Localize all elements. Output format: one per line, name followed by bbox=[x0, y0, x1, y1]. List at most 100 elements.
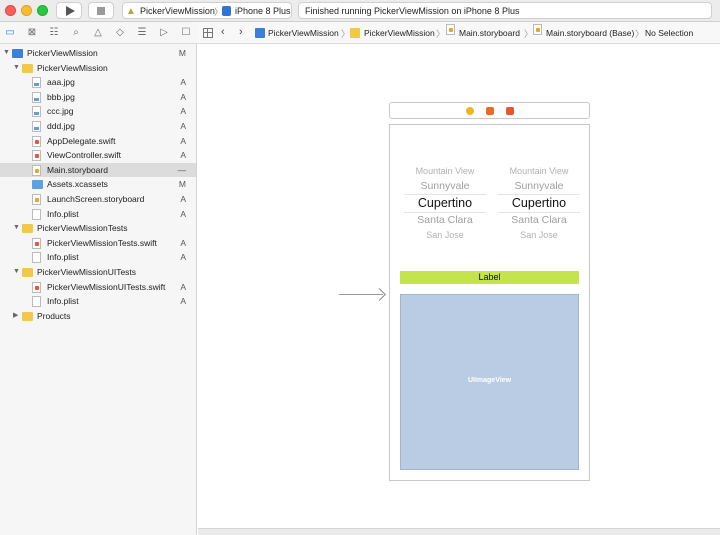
folder-icon bbox=[350, 28, 360, 38]
sidebar-item[interactable]: PickerViewMissionUITests.swift A bbox=[0, 280, 196, 295]
plist-icon bbox=[32, 208, 41, 220]
sidebar-item[interactable]: ▼ PickerViewMission M bbox=[0, 46, 196, 61]
stop-button[interactable] bbox=[88, 2, 114, 19]
sidebar-item[interactable]: ddd.jpg A bbox=[0, 119, 196, 134]
plist-icon bbox=[32, 252, 41, 264]
sidebar-item-label: Products bbox=[37, 310, 71, 321]
project-navigator: ▼ PickerViewMission M ▼ PickerViewMission aaa… bbox=[0, 44, 197, 535]
sidebar-item[interactable]: aaa.jpg A bbox=[0, 75, 196, 90]
source-control-status: A bbox=[180, 208, 186, 219]
sidebar-item[interactable]: Assets.xcassets M bbox=[0, 177, 196, 192]
navigator-tab-bar: ▭ ⊠ ☷ ⌕ △ ◇ ☰ ▷ ☐ bbox=[0, 22, 197, 44]
source-control-status: A bbox=[180, 106, 186, 117]
minimize-window-button[interactable] bbox=[21, 5, 32, 16]
uiimageview[interactable]: UIImageView bbox=[400, 294, 579, 470]
source-control-status: A bbox=[180, 237, 186, 248]
scheme-name[interactable]: PickerViewMission bbox=[140, 6, 215, 16]
sidebar-item-label: Info.plist bbox=[47, 252, 79, 263]
breakpoint-icon[interactable]: ▷ bbox=[158, 27, 170, 39]
debug-icon[interactable]: ☰ bbox=[136, 27, 148, 39]
assets-icon bbox=[32, 180, 43, 190]
disclosure-open-icon[interactable]: ▼ bbox=[13, 221, 20, 236]
test-icon[interactable]: ◇ bbox=[114, 27, 126, 39]
storyboard-icon bbox=[533, 24, 542, 35]
disclosure-closed-icon[interactable]: ▶ bbox=[13, 309, 18, 324]
device-icon bbox=[222, 6, 231, 16]
folder-icon bbox=[22, 268, 33, 277]
sidebar-item[interactable]: ▼ PickerViewMission bbox=[0, 61, 196, 76]
source-control-status: M bbox=[178, 48, 186, 58]
disclosure-open-icon[interactable]: ▼ bbox=[13, 265, 20, 280]
exit-icon[interactable] bbox=[506, 107, 514, 115]
sidebar-item[interactable]: ▼ PickerViewMissionTests bbox=[0, 221, 196, 236]
imageview-placeholder-text: UIImageView bbox=[467, 377, 512, 384]
image-icon bbox=[32, 77, 41, 89]
issue-icon[interactable]: △ bbox=[92, 27, 104, 39]
scheme-selector[interactable]: ▲ PickerViewMission 〉 iPhone 8 Plus bbox=[122, 2, 292, 19]
sidebar-item-label: Info.plist bbox=[47, 208, 79, 219]
sidebar-item[interactable]: ▼ PickerViewMissionUITests bbox=[0, 265, 196, 280]
disclosure-open-icon[interactable]: ▼ bbox=[13, 61, 20, 76]
back-button[interactable]: ‹ bbox=[221, 26, 225, 38]
jumpbar-separator: 〉 bbox=[524, 29, 534, 39]
jumpbar-separator: 〉 bbox=[635, 29, 645, 39]
zoom-window-button[interactable] bbox=[37, 5, 48, 16]
jumpbar-item-selection[interactable]: No Selection bbox=[645, 28, 693, 38]
swift-icon bbox=[32, 237, 41, 249]
sidebar-item-label: PickerViewMissionTests.swift bbox=[47, 237, 157, 248]
plist-icon bbox=[32, 296, 41, 308]
sidebar-item[interactable]: PickerViewMissionTests.swift A bbox=[0, 236, 196, 251]
sidebar-item[interactable]: bbb.jpg A bbox=[0, 90, 196, 105]
search-icon[interactable]: ⌕ bbox=[70, 27, 82, 39]
folder-icon[interactable]: ▭ bbox=[4, 27, 16, 39]
sidebar-item[interactable]: LaunchScreen.storyboard A bbox=[0, 192, 196, 207]
first-responder-icon[interactable] bbox=[486, 107, 494, 115]
jumpbar-item-project[interactable]: PickerViewMission bbox=[268, 28, 339, 38]
sidebar-item[interactable]: Main.storyboard — bbox=[0, 162, 196, 178]
sidebar-item-label: bbb.jpg bbox=[47, 91, 75, 102]
sidebar-item-label: Assets.xcassets bbox=[47, 179, 108, 190]
app-target-icon: ▲ bbox=[126, 6, 136, 17]
source-control-icon[interactable]: ⊠ bbox=[26, 27, 38, 39]
report-icon[interactable]: ☐ bbox=[180, 27, 192, 39]
source-control-status: A bbox=[180, 296, 186, 307]
sidebar-item-label: Main.storyboard bbox=[47, 164, 108, 175]
related-items-icon[interactable] bbox=[203, 28, 213, 38]
jumpbar-item-file[interactable]: Main.storyboard bbox=[459, 28, 520, 38]
source-control-status: — bbox=[177, 164, 187, 175]
folder-icon bbox=[22, 224, 33, 234]
run-button[interactable] bbox=[56, 2, 82, 19]
uilabel[interactable]: Label bbox=[400, 271, 579, 284]
sidebar-item[interactable]: ViewController.swift A bbox=[0, 148, 196, 163]
hierarchy-icon[interactable]: ☷ bbox=[48, 27, 60, 39]
sidebar-item[interactable]: ▶ Products bbox=[0, 309, 196, 324]
sidebar-item[interactable]: Info.plist A bbox=[0, 207, 196, 222]
activity-viewer: Finished running PickerViewMission on iP… bbox=[298, 2, 712, 19]
device-name[interactable]: iPhone 8 Plus bbox=[235, 6, 291, 16]
window-toolbar: ▲ PickerViewMission 〉 iPhone 8 Plus Fini… bbox=[0, 0, 720, 22]
source-control-status: A bbox=[180, 77, 186, 88]
picker-row: Santa Clara bbox=[511, 214, 567, 226]
jumpbar-separator: 〉 bbox=[341, 29, 351, 39]
jumpbar-item-group[interactable]: PickerViewMission bbox=[364, 28, 435, 38]
jumpbar-item-localization[interactable]: Main.storyboard (Base) bbox=[546, 28, 634, 38]
sidebar-item-label: ccc.jpg bbox=[47, 106, 74, 117]
source-control-status: A bbox=[180, 150, 186, 161]
sidebar-item-label: PickerViewMissionTests bbox=[37, 223, 128, 234]
jumpbar-separator: 〉 bbox=[436, 29, 446, 39]
forward-button[interactable]: › bbox=[239, 26, 243, 38]
sidebar-item[interactable]: Info.plist A bbox=[0, 294, 196, 309]
scene-dock[interactable] bbox=[389, 102, 590, 119]
view-controller-icon[interactable] bbox=[466, 107, 474, 115]
disclosure-open-icon[interactable]: ▼ bbox=[3, 46, 10, 61]
picker-row: San Jose bbox=[426, 230, 464, 240]
picker-row: Sunnyvale bbox=[404, 180, 486, 195]
sidebar-item-label: PickerViewMission bbox=[27, 48, 98, 58]
image-icon bbox=[32, 91, 41, 103]
close-window-button[interactable] bbox=[5, 5, 16, 16]
source-control-status: A bbox=[180, 194, 186, 204]
sidebar-item-label: LaunchScreen.storyboard bbox=[47, 194, 145, 204]
sidebar-item[interactable]: AppDelegate.swift A bbox=[0, 134, 196, 149]
sidebar-item[interactable]: Info.plist A bbox=[0, 250, 196, 265]
sidebar-item[interactable]: ccc.jpg A bbox=[0, 104, 196, 119]
